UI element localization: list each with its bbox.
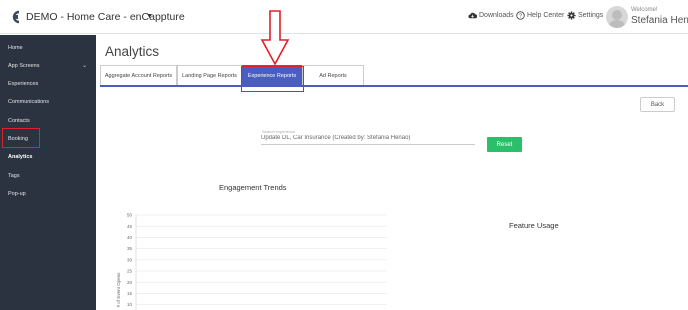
user-name[interactable]: Stefania Henao <box>631 15 688 26</box>
svg-text:?: ? <box>519 13 522 19</box>
sidebar: Home App Screens ⌄ Experiences Communica… <box>0 35 96 310</box>
y-axis-label: # of Event Opens <box>116 272 121 308</box>
sidebar-item-home[interactable]: Home <box>8 45 23 51</box>
y-tick-label: 25 <box>127 269 133 274</box>
y-tick-label: 15 <box>127 291 133 296</box>
avatar[interactable] <box>606 6 628 28</box>
y-tick-label: 45 <box>127 224 133 229</box>
sidebar-item-app-screens[interactable]: App Screens <box>8 63 40 69</box>
tab-aggregate-account-reports[interactable]: Aggregate Account Reports <box>100 65 177 85</box>
down-arrow-annotation-icon <box>260 10 290 66</box>
top-bar: DEMO - Home Care - enCappture ▼ Download… <box>0 0 688 34</box>
page-title: Analytics <box>105 44 160 59</box>
sidebar-item-experiences[interactable]: Experiences <box>8 81 38 87</box>
y-tick-label: 20 <box>127 280 133 285</box>
reset-button[interactable]: Reset <box>487 137 522 152</box>
search-experience-label: Search experience <box>262 129 296 134</box>
help-circle-icon[interactable]: ? <box>516 11 525 20</box>
y-tick-label: 35 <box>127 246 133 251</box>
gear-icon[interactable] <box>567 11 576 20</box>
help-center-link[interactable]: Help Center <box>527 12 564 19</box>
settings-link[interactable]: Settings <box>578 12 603 19</box>
sidebar-item-analytics[interactable]: Analytics <box>8 154 32 160</box>
welcome-label: Welcome! <box>631 7 658 13</box>
sidebar-item-pop-up[interactable]: Pop-up <box>8 191 26 197</box>
engagement-trends-chart: 50 45 40 35 30 25 20 15 10 # of Event Opens <box>116 213 387 310</box>
sidebar-item-contacts[interactable]: Contacts <box>8 118 30 124</box>
feature-usage-title: Feature Usage <box>509 221 559 230</box>
y-tick-label: 10 <box>127 302 133 307</box>
tab-landing-page-reports[interactable]: Landing Page Reports <box>177 65 242 85</box>
sidebar-item-communications[interactable]: Communications <box>8 99 49 105</box>
tab-divider <box>100 85 688 87</box>
app-logo-icon <box>12 10 20 24</box>
experience-reports-highlight-box <box>241 66 304 92</box>
app-switcher-title[interactable]: DEMO - Home Care - enCappture <box>26 11 185 23</box>
sidebar-item-tags[interactable]: Tags <box>8 173 20 179</box>
chevron-down-icon[interactable]: ⌄ <box>82 62 87 69</box>
downloads-link[interactable]: Downloads <box>479 12 514 19</box>
chevron-down-icon[interactable]: ▼ <box>146 13 153 20</box>
cloud-download-icon[interactable] <box>468 11 477 20</box>
y-tick-label: 40 <box>127 235 133 240</box>
search-experience-input[interactable]: Update DL, Car Insurance (Created by: St… <box>261 135 475 145</box>
back-button[interactable]: Back <box>640 97 675 112</box>
tab-ad-reports[interactable]: Ad Reports <box>302 65 364 85</box>
booking-highlight-box <box>2 128 40 148</box>
y-tick-label: 50 <box>127 213 133 218</box>
engagement-trends-title: Engagement Trends <box>219 183 287 192</box>
y-tick-label: 30 <box>127 257 133 262</box>
